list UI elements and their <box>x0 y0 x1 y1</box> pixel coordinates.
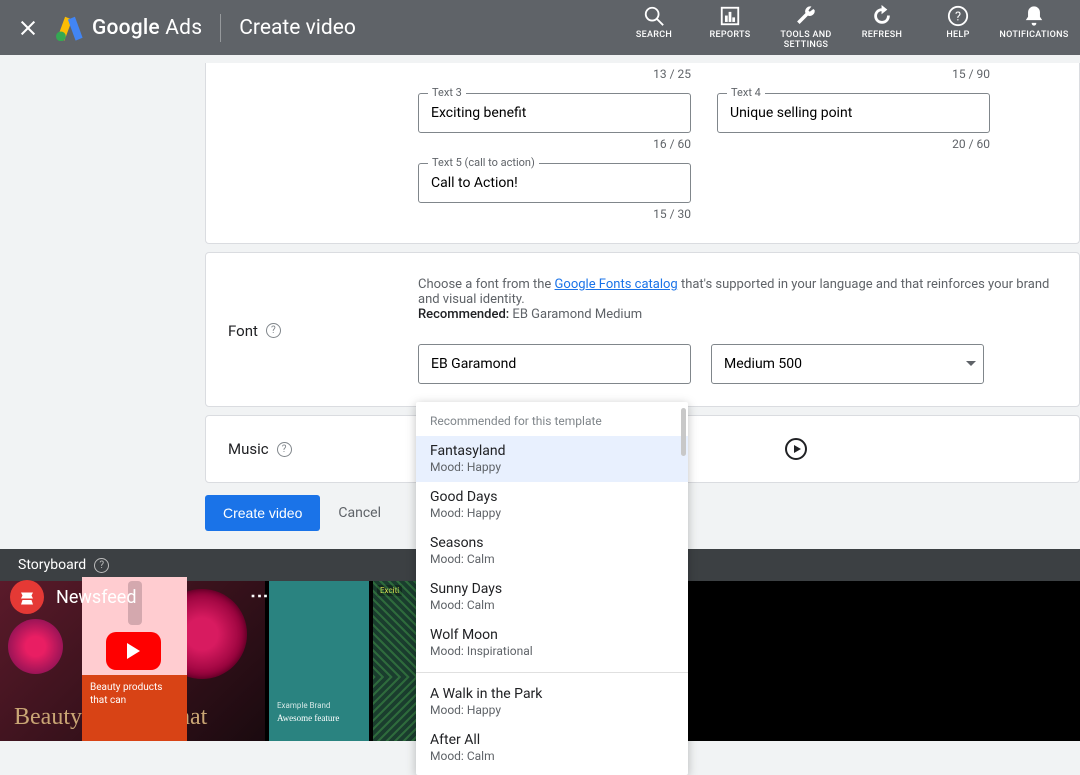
text4-counter: 20 / 60 <box>717 137 990 151</box>
youtube-card-caption: Beauty products that can <box>82 675 187 741</box>
youtube-more-icon[interactable]: ⋮ <box>249 587 270 607</box>
svg-text:?: ? <box>955 9 961 24</box>
director-chair-icon <box>10 580 44 614</box>
brand-text: Google Ads <box>92 16 202 40</box>
dropdown-scrollbar[interactable] <box>681 408 686 456</box>
reports-icon <box>719 5 741 27</box>
music-option-mood: Mood: Calm <box>430 598 674 612</box>
music-option[interactable]: Sunny DaysMood: Calm <box>416 574 688 620</box>
nav-search[interactable]: SEARCH <box>626 5 682 40</box>
text1-counter: 13 / 25 <box>418 67 691 81</box>
text5-field-wrap: Text 5 (call to action) 15 / 30 <box>418 163 691 221</box>
wrench-icon <box>795 5 817 27</box>
app-header: Google Ads Create video SEARCH REPORTS T… <box>0 0 1080 55</box>
help-icon[interactable]: ? <box>94 558 109 573</box>
music-option-mood: Mood: Happy <box>430 703 674 717</box>
music-option-name: Seasons <box>430 535 674 551</box>
music-option-name: Wolf Moon <box>430 627 674 643</box>
refresh-icon <box>871 5 893 27</box>
google-ads-logo-icon <box>56 15 84 41</box>
nav-reports[interactable]: REPORTS <box>702 5 758 40</box>
music-option[interactable]: Good DaysMood: Happy <box>416 482 688 528</box>
text-section-card: 13 / 25 15 / 90 Text 3 16 / 60 Text 4 20… <box>205 63 1080 244</box>
music-section-label: Music? <box>228 438 418 460</box>
text4-label: Text 4 <box>727 86 765 99</box>
music-option-mood: Mood: Happy <box>430 506 674 520</box>
music-dropdown: Recommended for this template Fantasylan… <box>416 402 688 775</box>
search-icon <box>643 5 665 27</box>
google-fonts-link[interactable]: Google Fonts catalog <box>555 277 678 292</box>
bell-icon <box>1023 5 1045 27</box>
cancel-button[interactable]: Cancel <box>338 505 381 521</box>
music-option[interactable]: FantasylandMood: Happy <box>416 436 688 482</box>
music-option[interactable]: After AllMood: Calm <box>416 725 688 771</box>
header-nav: SEARCH REPORTS TOOLS AND SETTINGS REFRES… <box>626 5 1062 51</box>
music-option-mood: Mood: Calm <box>430 552 674 566</box>
music-play-button[interactable] <box>785 438 807 460</box>
font-description: Choose a font from the Google Fonts cata… <box>418 277 1057 322</box>
nav-help[interactable]: ?HELP <box>930 5 986 40</box>
text4-input[interactable] <box>717 93 990 133</box>
nav-tools[interactable]: TOOLS AND SETTINGS <box>778 5 834 51</box>
text5-counter: 15 / 30 <box>418 207 691 221</box>
music-option-name: A Walk in the Park <box>430 686 674 702</box>
music-option-mood: Mood: Happy <box>430 460 674 474</box>
help-icon: ? <box>947 5 969 27</box>
help-icon[interactable]: ? <box>277 442 292 457</box>
dropdown-section-header: Recommended for this template <box>416 402 688 436</box>
text3-label: Text 3 <box>428 86 466 99</box>
nav-refresh[interactable]: REFRESH <box>854 5 910 40</box>
youtube-video-title: Newsfeed <box>56 587 137 608</box>
music-option-name: Sunny Days <box>430 581 674 597</box>
font-section-card: Font? Choose a font from the Google Font… <box>205 252 1080 407</box>
text2-counter: 15 / 90 <box>717 67 990 81</box>
font-weight-select[interactable] <box>711 344 988 384</box>
text4-field-wrap: Text 4 20 / 60 <box>717 93 990 151</box>
music-option-mood: Mood: Inspirational <box>430 644 674 658</box>
text3-input[interactable] <box>418 93 691 133</box>
chevron-down-icon <box>966 361 976 366</box>
help-icon[interactable]: ? <box>266 323 281 338</box>
header-divider <box>220 14 221 42</box>
nav-notifications[interactable]: NOTIFICATIONS <box>1006 5 1062 40</box>
music-option-name: After All <box>430 732 674 748</box>
font-section-label: Font? <box>228 277 418 384</box>
music-option[interactable]: A Walk in the ParkMood: Happy <box>416 679 688 725</box>
dropdown-divider <box>416 672 688 673</box>
music-option-name: Fantasyland <box>430 443 674 459</box>
text5-input[interactable] <box>418 163 691 203</box>
youtube-play-button[interactable] <box>106 632 161 670</box>
page-title: Create video <box>239 16 356 40</box>
text3-field-wrap: Text 3 16 / 60 <box>418 93 691 151</box>
font-weight-value[interactable] <box>711 344 984 384</box>
music-option[interactable]: SeasonsMood: Calm <box>416 528 688 574</box>
create-video-button[interactable]: Create video <box>205 495 320 531</box>
text3-counter: 16 / 60 <box>418 137 691 151</box>
music-option-name: Good Days <box>430 489 674 505</box>
text5-label: Text 5 (call to action) <box>428 156 539 169</box>
font-family-input[interactable] <box>418 344 691 384</box>
close-icon[interactable] <box>18 18 38 38</box>
music-option-mood: Mood: Calm <box>430 749 674 763</box>
music-option[interactable]: Wolf MoonMood: Inspirational <box>416 620 688 666</box>
